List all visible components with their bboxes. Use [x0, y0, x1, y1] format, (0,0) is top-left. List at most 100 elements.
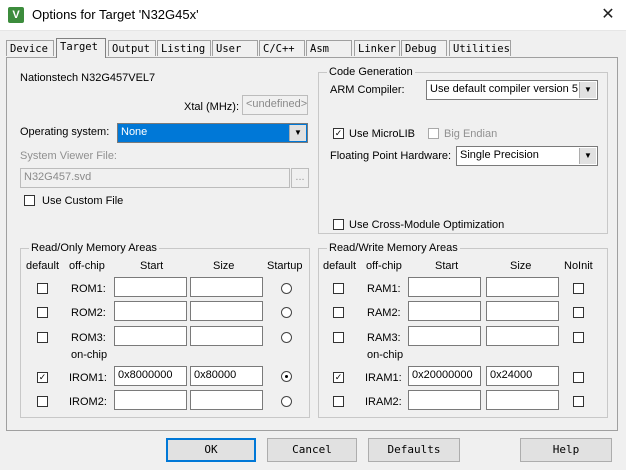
tab-linker[interactable]: Linker [354, 40, 400, 56]
os-select-value: None [121, 126, 148, 138]
iram2-noinit-checkbox[interactable] [573, 396, 584, 407]
rom2-start-input[interactable] [114, 301, 187, 321]
window-title: Options for Target 'N32G45x' [32, 7, 199, 22]
ro-header-start: Start [140, 260, 164, 272]
iram1-noinit-checkbox[interactable] [573, 372, 584, 383]
compiler-label: ARM Compiler: [330, 84, 405, 96]
microlib-label: Use MicroLIB [349, 128, 416, 140]
svd-label: System Viewer File: [20, 150, 117, 162]
rom2-startup-radio[interactable] [281, 307, 292, 318]
ram1-default-checkbox[interactable] [333, 283, 344, 294]
tab-debug[interactable]: Debug [401, 40, 447, 56]
tab-utilities[interactable]: Utilities [449, 40, 511, 56]
rom3-label: ROM3: [71, 332, 106, 344]
chevron-down-icon[interactable]: ▼ [579, 82, 596, 98]
iram2-label: IRAM2: [365, 396, 402, 408]
rom1-startup-radio[interactable] [281, 283, 292, 294]
tab-device[interactable]: Device [6, 40, 54, 56]
microlib-checkbox[interactable]: ✓ [333, 128, 344, 139]
tab-listing[interactable]: Listing [157, 40, 211, 56]
ram3-noinit-checkbox[interactable] [573, 332, 584, 343]
irom1-label: IROM1: [69, 372, 107, 384]
irom1-startup-radio[interactable] [281, 371, 292, 382]
xtal-input[interactable]: <undefined> [242, 95, 308, 115]
title-bar: V Options for Target 'N32G45x' ✕ [0, 0, 626, 31]
tab-c-cpp[interactable]: C/C++ [259, 40, 305, 56]
iram1-size-input[interactable]: 0x24000 [486, 366, 559, 386]
compiler-select-value: Use default compiler version 5 [430, 83, 578, 95]
ram1-size-input[interactable] [486, 277, 559, 297]
rw-header-size: Size [510, 260, 532, 272]
irom1-default-checkbox[interactable]: ✓ [37, 372, 48, 383]
fp-label: Floating Point Hardware: [330, 150, 452, 162]
rom3-start-input[interactable] [114, 326, 187, 346]
iram2-size-input[interactable] [486, 390, 559, 410]
big-endian-label: Big Endian [444, 128, 498, 140]
ram3-default-checkbox[interactable] [333, 332, 344, 343]
ram2-default-checkbox[interactable] [333, 307, 344, 318]
compiler-select[interactable]: Use default compiler version 5 ▼ [426, 80, 598, 100]
iram1-start-input[interactable]: 0x20000000 [408, 366, 481, 386]
ro-memory-title: Read/Only Memory Areas [29, 242, 159, 254]
custom-file-label: Use Custom File [42, 195, 124, 207]
tab-asm[interactable]: Asm [306, 40, 352, 56]
irom2-startup-radio[interactable] [281, 396, 292, 407]
ro-onchip-label: on-chip [71, 349, 108, 361]
ram1-noinit-checkbox[interactable] [573, 283, 584, 294]
iram1-default-checkbox[interactable]: ✓ [333, 372, 344, 383]
rom3-default-checkbox[interactable] [37, 332, 48, 343]
irom1-size-input[interactable]: 0x80000 [190, 366, 263, 386]
close-icon[interactable]: ✕ [596, 3, 620, 27]
rom3-size-input[interactable] [190, 326, 263, 346]
svd-input[interactable]: N32G457.svd [20, 168, 290, 188]
os-label: Operating system: [20, 126, 110, 138]
rom2-size-input[interactable] [190, 301, 263, 321]
xtal-label: Xtal (MHz): [184, 101, 239, 113]
ram2-noinit-checkbox[interactable] [573, 307, 584, 318]
fp-select[interactable]: Single Precision ▼ [456, 146, 598, 166]
code-generation-title: Code Generation [327, 66, 415, 78]
custom-file-checkbox[interactable] [24, 195, 35, 206]
os-select[interactable]: None ▼ [117, 123, 308, 143]
help-button[interactable]: Help [520, 438, 612, 462]
tab-output[interactable]: Output [108, 40, 156, 56]
iram2-start-input[interactable] [408, 390, 481, 410]
iram2-default-checkbox[interactable] [333, 396, 344, 407]
cancel-button[interactable]: Cancel [267, 438, 357, 462]
irom2-label: IROM2: [69, 396, 107, 408]
irom2-size-input[interactable] [190, 390, 263, 410]
ram3-label: RAM3: [367, 332, 401, 344]
ram3-size-input[interactable] [486, 326, 559, 346]
rom1-label: ROM1: [71, 283, 106, 295]
device-name: Nationstech N32G457VEL7 [20, 72, 156, 84]
rom1-default-checkbox[interactable] [37, 283, 48, 294]
big-endian-checkbox[interactable] [428, 128, 439, 139]
tab-target[interactable]: Target [56, 38, 106, 58]
irom2-start-input[interactable] [114, 390, 187, 410]
rw-header-offchip: off-chip [366, 260, 402, 272]
fp-select-value: Single Precision [460, 149, 539, 161]
irom2-default-checkbox[interactable] [37, 396, 48, 407]
ok-button[interactable]: OK [166, 438, 256, 462]
rom3-startup-radio[interactable] [281, 332, 292, 343]
ro-header-default: default [26, 260, 60, 272]
cross-module-checkbox[interactable] [333, 219, 344, 230]
ram2-size-input[interactable] [486, 301, 559, 321]
defaults-button[interactable]: Defaults [368, 438, 460, 462]
chevron-down-icon[interactable]: ▼ [579, 148, 596, 164]
ram3-start-input[interactable] [408, 326, 481, 346]
ram1-start-input[interactable] [408, 277, 481, 297]
irom1-start-input[interactable]: 0x8000000 [114, 366, 187, 386]
browse-button[interactable]: ... [291, 168, 309, 188]
rw-onchip-label: on-chip [367, 349, 404, 361]
ro-header-offchip: off-chip [69, 260, 105, 272]
ro-header-startup: Startup [267, 260, 303, 272]
rom1-start-input[interactable] [114, 277, 187, 297]
rom2-default-checkbox[interactable] [37, 307, 48, 318]
chevron-down-icon[interactable]: ▼ [289, 125, 306, 141]
tab-user[interactable]: User [212, 40, 258, 56]
iram1-label: IRAM1: [365, 372, 402, 384]
ram2-label: RAM2: [367, 307, 401, 319]
ram2-start-input[interactable] [408, 301, 481, 321]
rom1-size-input[interactable] [190, 277, 263, 297]
